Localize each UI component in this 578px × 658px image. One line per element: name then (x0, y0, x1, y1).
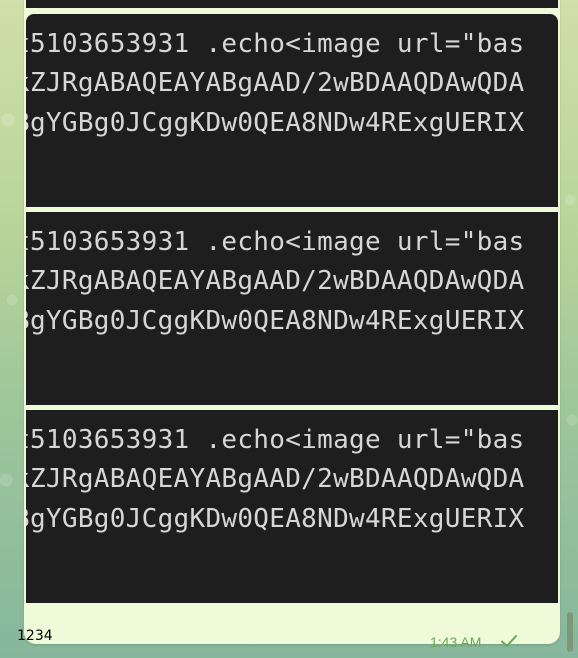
code-text-line: ɪ5103653931 .echo<image url="bas (26, 425, 525, 455)
message-timestamp: 1:43 AM (430, 634, 482, 650)
image-attachment-previous[interactable] (26, 0, 558, 8)
code-text-line: kZJRgABAQEAYABgAAD/2wBDAAQDAwQDA (26, 266, 525, 296)
code-text-line: BgYGBg0JCggKDw0QEA8NDw4RExgUERIX (26, 108, 525, 138)
image-attachment[interactable]: ɪ5103653931 .echo<image url="bas kZJRgAB… (26, 410, 558, 603)
code-text-line: ɪ5103653931 .echo<image url="bas (26, 227, 525, 257)
message-bubble[interactable]: ɪ5103653931 .echo<image url="bas kZJRgAB… (24, 0, 560, 644)
code-text-line: kZJRgABAQEAYABgAAD/2wBDAAQDAwQDA (26, 464, 525, 494)
code-text-line: ɪ5103653931 .echo<image url="bas (26, 29, 525, 59)
image-attachment[interactable]: ɪ5103653931 .echo<image url="bas kZJRgAB… (26, 14, 558, 207)
message-caption: 1234 (17, 628, 53, 644)
code-text-line: BgYGBg0JCggKDw0QEA8NDw4RExgUERIX (26, 306, 525, 336)
code-text-line: BgYGBg0JCggKDw0QEA8NDw4RExgUERIX (26, 504, 525, 534)
code-text-line: kZJRgABAQEAYABgAAD/2wBDAAQDAwQDA (26, 68, 525, 98)
image-attachment[interactable]: ɪ5103653931 .echo<image url="bas kZJRgAB… (26, 212, 558, 405)
scrollbar-thumb[interactable] (567, 612, 573, 652)
single-check-icon (501, 635, 517, 647)
